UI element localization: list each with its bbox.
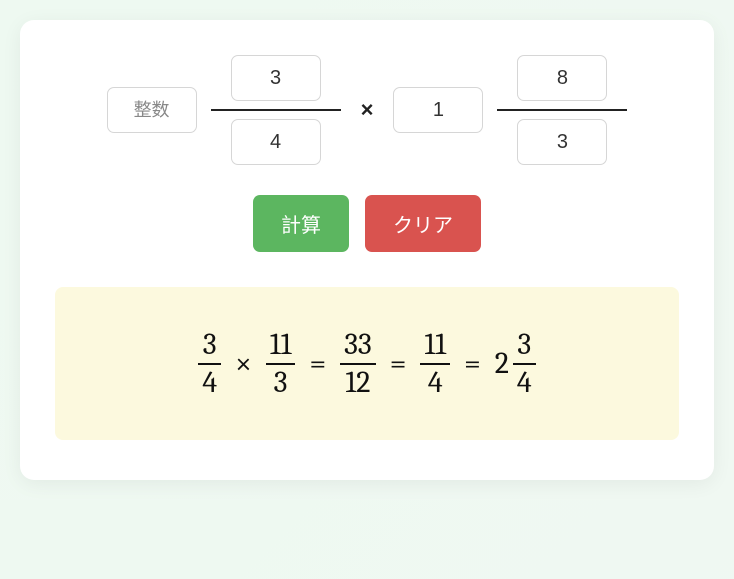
calculate-button[interactable]: 計算 [253,195,349,252]
calculator-card: × 計算 クリア 34 × 113 = 3312 = 114 = 234 [20,20,714,480]
result-fraction: 114 [420,329,450,398]
fraction1-stack [211,55,341,165]
input-row: × [55,55,679,165]
clear-button[interactable]: クリア [365,195,481,252]
fraction-2 [393,55,627,165]
result-fraction: 34 [513,329,536,398]
result-fraction: 3312 [340,329,376,398]
result-fraction: 113 [266,329,296,398]
result-box: 34 × 113 = 3312 = 114 = 234 [55,287,679,440]
fraction2-stack [497,55,627,165]
result-equation: 34 × 113 = 3312 = 114 = 234 [198,329,535,398]
fraction1-denominator-input[interactable] [231,119,321,165]
result-symbol: = [388,346,409,381]
fraction1-whole-input[interactable] [107,87,197,133]
fraction1-numerator-input[interactable] [231,55,321,101]
result-symbol: = [462,346,483,381]
fraction1-line [211,109,341,111]
fraction2-denominator-input[interactable] [517,119,607,165]
button-row: 計算 クリア [55,195,679,252]
result-symbol: × [233,346,254,381]
fraction2-line [497,109,627,111]
fraction2-numerator-input[interactable] [517,55,607,101]
result-mixed: 234 [495,329,536,398]
result-fraction: 34 [198,329,221,398]
fraction-1 [107,55,341,165]
fraction2-whole-input[interactable] [393,87,483,133]
operator-symbol: × [361,97,374,123]
result-symbol: = [307,346,328,381]
